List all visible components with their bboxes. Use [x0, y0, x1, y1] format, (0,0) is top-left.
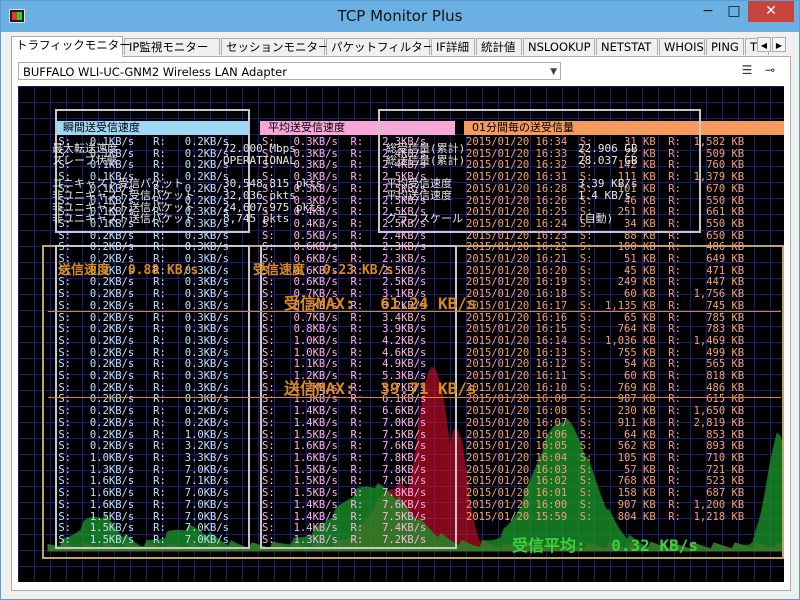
- info-col2: 72.000 Mbps OPERATIONAL 30,548,815 pkts 32…: [223, 143, 322, 225]
- traffic-monitor: 瞬間送受信速度 平均送受信速度 01分間毎の送受信量 S: 0.1KB/s R:…: [18, 86, 784, 582]
- window-title: TCP Monitor Plus: [337, 7, 463, 25]
- tab-1[interactable]: IP監視モニター: [124, 38, 220, 55]
- instant-row: S: 0.2KB/s R: 0.3KB/s: [52, 370, 230, 383]
- info-line: OPERATIONAL: [223, 153, 296, 167]
- info-line: 28.037 GB: [578, 153, 638, 167]
- list-menu-icon[interactable]: ☰: [739, 63, 755, 77]
- recv-speed-label: 受信速度 0.23 KB/s: [253, 259, 393, 278]
- tab-2[interactable]: セッションモニター: [221, 38, 330, 55]
- info-col1: 最大転送速度 スレーブ状態 ユニキャスト受信パケット 非ユニキャスト受信パケット 非ユ…: [52, 143, 195, 225]
- adapter-select[interactable]: BUFFALO WLI-UC-GNM2 Wireless LAN Adapter…: [18, 62, 561, 80]
- tab-4[interactable]: IF詳細: [431, 38, 475, 55]
- send-speed-caption: 送信速度: [58, 263, 111, 278]
- info-line: 総受信量(累計): [386, 142, 466, 155]
- average-row: S: 1.4KB/s R: 7.6KB/s: [262, 498, 427, 511]
- minute-row: 2015/01/20 15:59 S: 804 KB R: 1,218 KB: [466, 510, 745, 523]
- adapter-value: BUFFALO WLI-UC-GNM2 Wireless LAN Adapter: [23, 65, 287, 79]
- minute-row: 2015/01/20 16:00 S: 907 KB R: 1,200 KB: [466, 498, 745, 511]
- tab-scroll-left-icon[interactable]: ◀: [757, 37, 771, 52]
- tab-scroll-right-icon[interactable]: ▶: [772, 37, 786, 52]
- tab-5[interactable]: 統計値: [476, 38, 522, 55]
- close-button[interactable]: ✕: [748, 1, 794, 22]
- tab-9[interactable]: PING: [706, 38, 744, 55]
- recv-max-value: 61.24 KB/s: [380, 294, 477, 313]
- pin-icon[interactable]: ⊸: [762, 63, 778, 77]
- send-max-value: 39.71 KB/s: [380, 379, 477, 398]
- info-line: スレーブ状態: [52, 153, 118, 167]
- minute-row: 2015/01/20 16:04 S: 105 KB R: 710 KB: [466, 451, 745, 464]
- tab-7[interactable]: NETSTAT: [596, 38, 658, 55]
- average-row: S: 1.4KB/s R: 7.0KB/s: [262, 416, 427, 429]
- send-speed-label: 送信速度 0.88 KB/s: [58, 259, 198, 278]
- info-line: 8,745 pkts: [223, 212, 290, 226]
- instant-row: S: 1.0KB/s R: 3.3KB/s: [52, 451, 230, 464]
- info-line: 非ユニキャスト送信パケット: [52, 212, 195, 226]
- recv-avg-value: 0.32 KB/s: [611, 536, 698, 555]
- info-col4: 22.906 GB 28.037 GB 3.39 KB/s 1.4 KB/s (自動…: [578, 143, 638, 225]
- instant-row: S: 1.5KB/s R: 7.0KB/s: [52, 533, 230, 546]
- title-bar[interactable]: TCP Monitor Plus − □ ✕: [1, 1, 799, 32]
- info-line: 最大転送速度: [52, 142, 118, 155]
- minute-row: 2015/01/20 16:14 S: 1,036 KB R: 1,469 KB: [466, 334, 745, 347]
- recv-avg-label: 受信平均: 0.32 KB/s: [512, 532, 698, 556]
- minute-row: 2015/01/20 16:07 S: 911 KB R: 2,819 KB: [466, 416, 745, 429]
- recv-avg-caption: 受信平均:: [512, 536, 586, 555]
- info-line: (自動): [578, 212, 614, 226]
- recv-max-label: 受信MAX: 61.24 KB/s: [284, 290, 477, 314]
- info-line: 平均送信速度: [386, 188, 452, 202]
- send-speed-value: 0.88 KB/s: [127, 263, 199, 278]
- recv-max-caption: 受信MAX:: [284, 294, 355, 313]
- average-row: S: 1.3KB/s R: 7.2KB/s: [262, 533, 427, 546]
- maximize-button[interactable]: □: [721, 1, 747, 22]
- recv-speed-caption: 受信速度: [253, 263, 306, 278]
- info-line: 総送信量(累計): [386, 153, 466, 167]
- minimize-button[interactable]: −: [695, 1, 721, 22]
- instant-row: S: 1.6KB/s R: 7.0KB/s: [52, 498, 230, 511]
- instant-row: S: 0.2KB/s R: 0.3KB/s: [52, 334, 230, 347]
- recv-speed-value: 0.23 KB/s: [322, 263, 394, 278]
- info-line: 32,036 pkts: [223, 188, 296, 202]
- minute-row: 2015/01/20 16:11 S: 60 KB R: 818 KB: [466, 370, 745, 383]
- minute-row: 2015/01/20 16:21 S: 51 KB R: 649 KB: [466, 253, 745, 266]
- instant-row: S: 0.2KB/s R: 0.2KB/s: [52, 416, 230, 429]
- info-line: グラフスケール: [386, 212, 463, 226]
- average-row: S: 1.0KB/s R: 4.2KB/s: [262, 334, 427, 347]
- info-line: 22.906 GB: [578, 142, 638, 155]
- tab-8[interactable]: WHOIS: [659, 38, 705, 55]
- send-max-label: 送信MAX: 39.71 KB/s: [284, 375, 477, 399]
- info-line: 1.4 KB/s: [578, 188, 631, 202]
- tab-0[interactable]: トラフィックモニター: [11, 36, 131, 57]
- chevron-down-icon[interactable]: ▼: [550, 63, 557, 81]
- average-row: S: 1.6KB/s R: 7.8KB/s: [262, 451, 427, 464]
- app-window: TCP Monitor Plus − □ ✕ トラフィックモニター IP監視モニタ…: [0, 0, 800, 600]
- send-max-caption: 送信MAX:: [284, 379, 355, 398]
- tab-strip: トラフィックモニター IP監視モニター セッションモニター パケットフィルター IF詳細…: [11, 36, 791, 57]
- info-col3: 総受信量(累計) 総送信量(累計) 平均受信速度 平均送信速度 グラフスケール: [386, 143, 465, 225]
- info-line: 非ユニキャスト受信パケット: [52, 188, 195, 202]
- tab-6[interactable]: NSLOOKUP: [523, 38, 595, 55]
- info-line: 72.000 Mbps: [223, 142, 296, 155]
- tab-3[interactable]: パケットフィルター: [326, 38, 434, 55]
